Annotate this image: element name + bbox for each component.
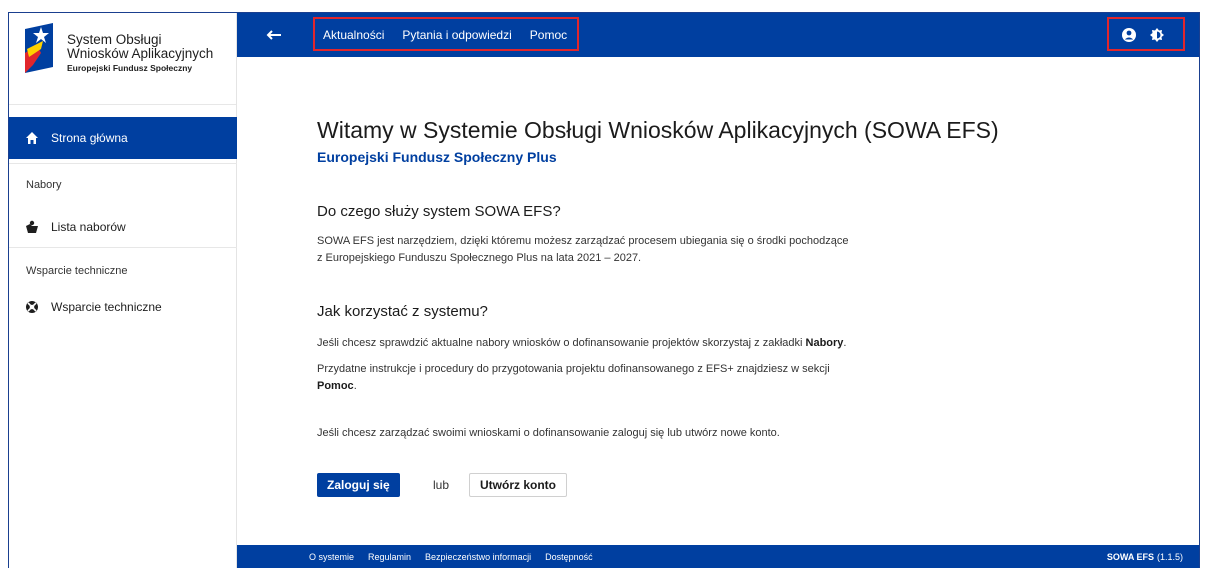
- about-paragraph: SOWA EFS jest narzędziem, dzięki któremu…: [317, 233, 877, 267]
- clipboard-icon: [26, 220, 38, 233]
- footer-link-dostepnosc[interactable]: Dostępność: [545, 552, 593, 562]
- pomoc-link[interactable]: Pomoc: [317, 380, 354, 392]
- top-bar: Aktualności Pytania i odpowiedzi Pomoc: [237, 13, 1199, 57]
- app-version: SOWA EFS (1.1.5): [1107, 545, 1183, 568]
- page-title: Witamy w Systemie Obsługi Wniosków Aplik…: [317, 117, 999, 143]
- about-line-1: SOWA EFS jest narzędziem, dzięki któremu…: [317, 235, 849, 247]
- howto-paragraph-1: Jeśli chcesz sprawdzić aktualne nabory w…: [317, 335, 917, 352]
- howto-text-2-end: .: [353, 380, 357, 392]
- highlight-box-nav: [313, 17, 579, 51]
- logo-subtitle: Europejski Fundusz Społeczny: [67, 63, 193, 73]
- footer-link-bezpieczenstwo[interactable]: Bezpieczeństwo informacji: [425, 552, 531, 562]
- eu-flag-logo-icon: [25, 23, 53, 73]
- sidebar-item-wsparcie[interactable]: Wsparcie techniczne: [9, 295, 237, 319]
- howto-paragraph-2: Przydatne instrukcje i procedury do przy…: [317, 361, 877, 395]
- sidebar-item-lista-label: Lista naborów: [51, 220, 126, 234]
- howto-text-1: Jeśli chcesz sprawdzić aktualne nabory w…: [317, 337, 806, 349]
- main-content: Witamy w Systemie Obsługi Wniosków Aplik…: [237, 57, 1199, 525]
- sidebar-item-wsparcie-label: Wsparcie techniczne: [51, 300, 162, 314]
- section-heading-about: Do czego służy system SOWA EFS?: [317, 203, 561, 220]
- version-number: (1.1.5): [1156, 552, 1183, 562]
- divider: [9, 247, 237, 248]
- logo[interactable]: System Obsługi Wniosków Aplikacyjnych Eu…: [9, 13, 236, 105]
- app-name: SOWA EFS: [1106, 552, 1154, 562]
- sidebar-item-home-label: Strona główna: [51, 131, 128, 145]
- footer: O systemie Regulamin Bezpieczeństwo info…: [237, 545, 1199, 568]
- logo-title-line1: System Obsługi: [67, 32, 162, 47]
- login-button[interactable]: Zaloguj się: [317, 473, 400, 497]
- lifebuoy-icon: [26, 301, 38, 313]
- section-title-nabory: Nabory: [26, 179, 62, 191]
- about-line-2: z Europejskiego Funduszu Społecznego Plu…: [317, 252, 642, 264]
- highlight-box-icons: [1107, 17, 1185, 51]
- divider: [9, 163, 237, 164]
- sidebar: System Obsługi Wniosków Aplikacyjnych Eu…: [9, 13, 237, 568]
- account-paragraph: Jeśli chcesz zarządzać swoimi wnioskami …: [317, 427, 780, 439]
- nabory-link[interactable]: Nabory: [806, 337, 844, 349]
- page-subtitle: Europejski Fundusz Społeczny Plus: [317, 149, 557, 165]
- home-icon: [26, 132, 38, 144]
- footer-link-regulamin[interactable]: Regulamin: [368, 552, 411, 562]
- howto-text-1-end: .: [843, 337, 847, 349]
- footer-link-o-systemie[interactable]: O systemie: [309, 552, 354, 562]
- register-button[interactable]: Utwórz konto: [469, 473, 567, 497]
- sidebar-item-home[interactable]: Strona główna: [9, 117, 237, 159]
- howto-text-2: Przydatne instrukcje i procedury do przy…: [317, 363, 830, 375]
- or-text: lub: [433, 478, 450, 492]
- section-title-wsparcie: Wsparcie techniczne: [26, 265, 128, 277]
- sidebar-item-lista-naborow[interactable]: Lista naborów: [9, 215, 237, 239]
- app-frame: System Obsługi Wniosków Aplikacyjnych Eu…: [8, 12, 1200, 568]
- arrow-left-icon[interactable]: [265, 26, 283, 44]
- section-heading-howto: Jak korzystać z systemu?: [317, 303, 488, 320]
- logo-title-line2: Wniosków Aplikacyjnych: [67, 46, 214, 61]
- footer-links: O systemie Regulamin Bezpieczeństwo info…: [309, 545, 607, 568]
